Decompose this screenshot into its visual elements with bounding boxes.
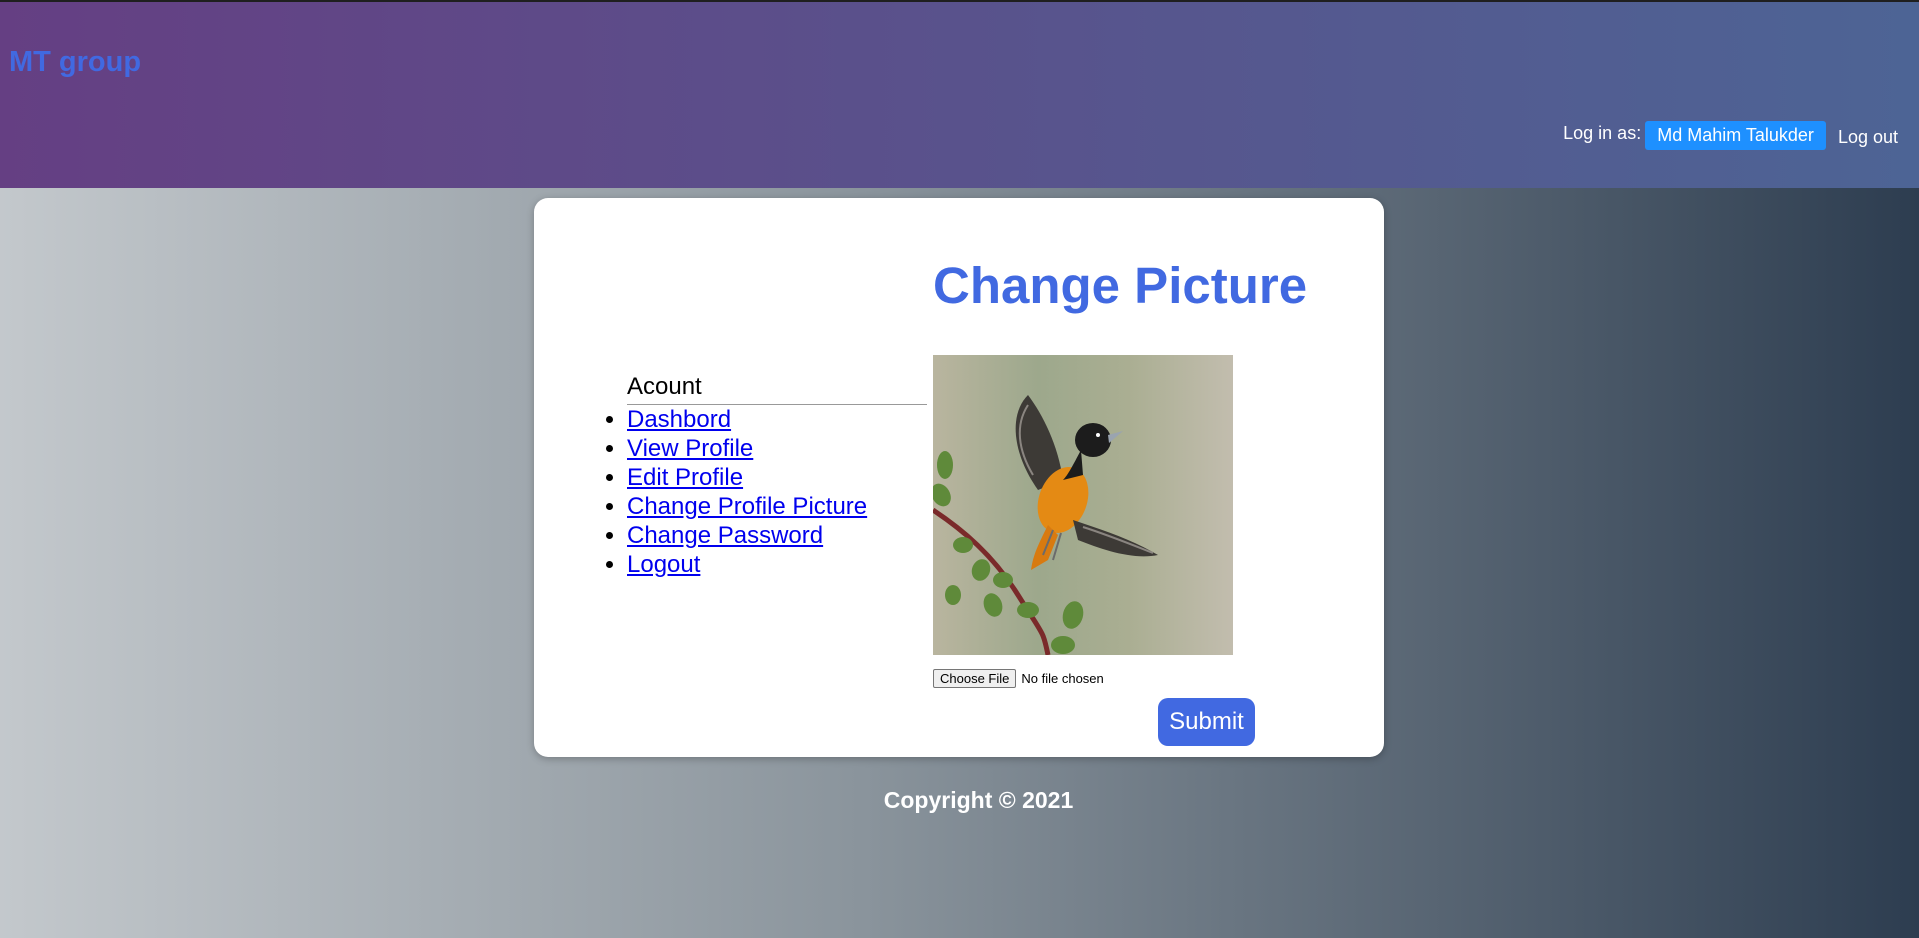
choose-file-button[interactable]: Choose File [933, 669, 1017, 688]
change-password-link[interactable]: Change Password [627, 522, 823, 549]
account-menu-title: Acount [627, 373, 927, 405]
menu-item-dashboard: Dashbord [627, 405, 867, 434]
profile-picture [933, 355, 1233, 655]
bird-photo-icon [933, 395, 1158, 655]
change-picture-card: Change Picture Acount Dashbord View Prof… [534, 198, 1384, 757]
logout-link[interactable]: Logout [627, 551, 700, 578]
login-area: Log in as: Md Mahim Talukder Log out [1563, 121, 1898, 150]
user-name-button[interactable]: Md Mahim Talukder [1645, 121, 1826, 150]
page-title: Change Picture [933, 257, 1308, 314]
header-logout-link[interactable]: Log out [1838, 127, 1898, 148]
site-header: MT group Log in as: Md Mahim Talukder Lo… [0, 2, 1919, 188]
footer-copyright: Copyright © 2021 [883, 787, 1074, 813]
login-label: Log in as: [1563, 123, 1642, 143]
change-profile-picture-link[interactable]: Change Profile Picture [627, 493, 867, 520]
view-profile-link[interactable]: View Profile [627, 435, 753, 462]
menu-item-change-profile-picture: Change Profile Picture [627, 492, 867, 521]
dashboard-link[interactable]: Dashbord [627, 406, 731, 433]
menu-item-logout: Logout [627, 550, 867, 579]
menu-item-edit-profile: Edit Profile [627, 463, 867, 492]
submit-button[interactable]: Submit [1158, 698, 1255, 746]
brand-title: MT group [9, 46, 142, 78]
account-menu-list: Dashbord View Profile Edit Profile Chang… [627, 405, 867, 579]
menu-item-view-profile: View Profile [627, 434, 867, 463]
edit-profile-link[interactable]: Edit Profile [627, 464, 743, 491]
file-status-text: No file chosen [1021, 671, 1104, 686]
menu-item-change-password: Change Password [627, 521, 867, 550]
file-input-row: Choose File No file chosen [933, 669, 1104, 688]
